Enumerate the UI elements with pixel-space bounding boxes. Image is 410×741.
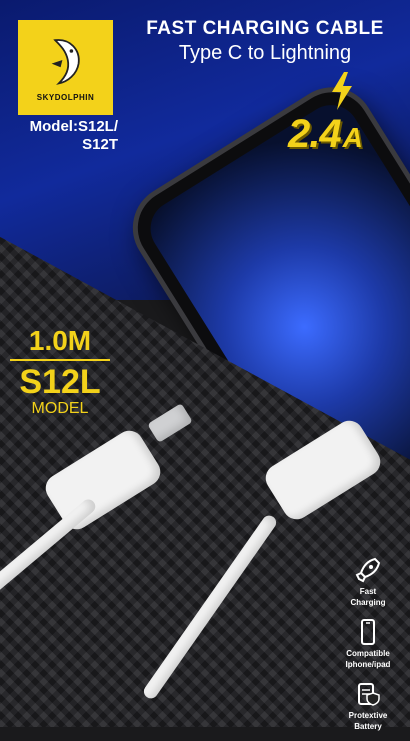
dolphin-icon xyxy=(51,39,80,85)
spec-divider xyxy=(10,359,110,361)
current-value: 2.4 xyxy=(288,112,342,156)
current-rating: 2.4A xyxy=(288,112,363,157)
model-label: MODEL xyxy=(31,400,89,417)
rocket-icon xyxy=(355,557,381,583)
feature-protective-battery: Protextive Battery xyxy=(333,679,403,731)
feature-compatible: Compatible Iphone/ipad xyxy=(333,617,403,669)
feature-list: Fast Charging Compatible Iphone/ipad Pro… xyxy=(333,555,403,741)
model-number-line2: S12T xyxy=(82,136,118,153)
model-code: S12L xyxy=(19,363,101,401)
product-title: FAST CHARGING CABLE Type C to Lightning xyxy=(130,18,400,65)
feature-label-line1: Protextive xyxy=(348,711,388,720)
current-unit: A xyxy=(342,122,363,153)
smartphone-icon xyxy=(361,619,375,645)
feature-label-line2: Iphone/ipad xyxy=(345,660,391,669)
title-sub: Type C to Lightning xyxy=(178,42,352,64)
feature-fast-charging: Fast Charging xyxy=(333,555,403,607)
spec-block: 1.0M S12L MODEL xyxy=(10,325,110,418)
lightning-bolt-icon xyxy=(332,72,352,110)
title-main: FAST CHARGING CABLE xyxy=(146,18,384,39)
brand-logo: SKYDOLPHIN xyxy=(18,20,113,115)
feature-label-line2: Charging xyxy=(350,598,386,607)
brand-name: SKYDOLPHIN xyxy=(36,93,95,102)
shield-battery-icon xyxy=(358,683,380,706)
feature-label-line1: Compatible xyxy=(346,649,390,658)
model-number-line1: Model:S12L/ xyxy=(29,118,118,135)
feature-label-line1: Fast xyxy=(359,587,377,596)
cable-length: 1.0M xyxy=(28,325,92,356)
